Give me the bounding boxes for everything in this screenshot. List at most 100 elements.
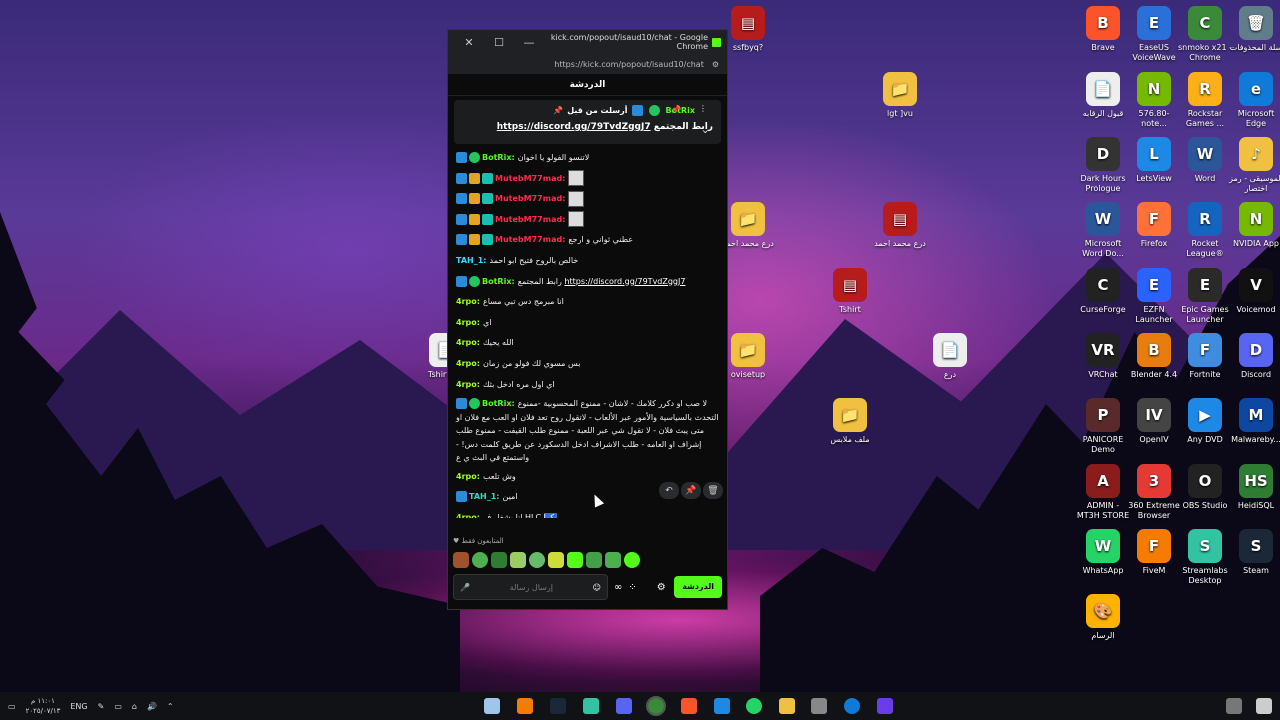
chat-username[interactable]: TAH_1: xyxy=(456,256,487,265)
emote-icon[interactable] xyxy=(510,552,526,568)
chevron-up-icon[interactable]: ⌃ xyxy=(167,702,174,711)
more-options-icon[interactable]: ⋮ xyxy=(699,104,707,113)
desktop-icon[interactable]: V Voicemod xyxy=(1228,268,1280,315)
pin-message-icon[interactable]: 📌 xyxy=(681,482,701,499)
desktop-icon[interactable]: P PANICORE Demo xyxy=(1075,398,1131,455)
desktop-icon[interactable]: O OBS Studio xyxy=(1177,464,1233,511)
desktop-icon[interactable]: 3 360 Extreme Browser xyxy=(1126,464,1182,521)
taskbar-app-icon[interactable] xyxy=(714,698,730,714)
taskbar-app-icon[interactable] xyxy=(811,698,827,714)
desktop-icon[interactable]: 🗑 سلة المحذوفات xyxy=(1228,6,1280,53)
chat-username[interactable]: MutebM77mad: xyxy=(495,174,565,183)
desktop-icon[interactable]: L LetsView xyxy=(1126,137,1182,184)
minimize-icon[interactable]: — xyxy=(514,36,544,49)
desktop-icon[interactable]: ▤ ssfbyq? xyxy=(720,6,776,53)
desktop-icon[interactable]: IV OpenIV xyxy=(1126,398,1182,445)
close-icon[interactable]: ✕ xyxy=(454,36,484,49)
desktop-icon[interactable]: E Epic Games Launcher xyxy=(1177,268,1233,325)
desktop-icon[interactable]: 📁 ملف ملابس xyxy=(822,398,878,445)
desktop-icon[interactable]: W WhatsApp xyxy=(1075,529,1131,576)
chat-username[interactable]: BotRix: xyxy=(482,153,515,162)
desktop-icon[interactable]: C CurseForge xyxy=(1075,268,1131,315)
desktop-icon[interactable]: D Dark Hours Prologue xyxy=(1075,137,1131,194)
desktop-icon[interactable]: S Streamlabs Desktop xyxy=(1177,529,1233,586)
desktop-icon[interactable]: 📄 قبول الرقابه xyxy=(1075,72,1131,119)
microphone-icon[interactable]: 🎤 xyxy=(460,583,470,592)
taskbar-app-icon[interactable] xyxy=(517,698,533,714)
desktop-icon[interactable]: R Rockstar Games ... xyxy=(1177,72,1233,129)
taskbar-windows-icon[interactable] xyxy=(1256,698,1272,714)
chat-username[interactable]: 4rpo: xyxy=(456,338,480,347)
chat-input[interactable]: ☺ إرسال رسالة 🎤 xyxy=(453,574,608,600)
taskbar-taskview-icon[interactable] xyxy=(1226,698,1242,714)
emote-icon[interactable] xyxy=(605,552,621,568)
reply-icon[interactable]: ↶ xyxy=(659,482,679,499)
desktop-icon[interactable]: W Microsoft Word Do... xyxy=(1075,202,1131,259)
desktop-icon[interactable]: B Blender 4.4 xyxy=(1126,333,1182,380)
emote-icon[interactable] xyxy=(548,552,564,568)
emote-icon[interactable] xyxy=(453,552,469,568)
desktop-icon[interactable]: ♪ الموسيقى - رمز اختصار xyxy=(1228,137,1280,194)
chat-username[interactable]: MutebM77mad: xyxy=(495,235,565,244)
chat-username[interactable]: 4rpo: xyxy=(456,513,480,518)
desktop-icon[interactable]: M Malwareby... xyxy=(1228,398,1280,445)
desktop-icon[interactable]: ▶ Any DVD xyxy=(1177,398,1233,445)
taskbar-steam-icon[interactable] xyxy=(550,698,566,714)
taskbar-file-explorer-icon[interactable] xyxy=(779,698,795,714)
pin-action-icon[interactable]: 📌 xyxy=(671,105,681,114)
taskbar-app-icon[interactable] xyxy=(583,698,599,714)
emoji-icon[interactable]: ☺ xyxy=(593,583,601,592)
network-icon[interactable]: ⌂ xyxy=(132,702,137,711)
emote-icon[interactable] xyxy=(491,552,507,568)
desktop-icon[interactable]: 📁 lgt ]vu xyxy=(872,72,928,119)
chat-username[interactable]: 4rpo: xyxy=(456,472,480,481)
taskbar-brave-icon[interactable] xyxy=(681,698,697,714)
site-settings-icon[interactable]: ⚙ xyxy=(712,60,719,69)
pinned-link[interactable]: https://discord.gg/79TvdZggJ7 xyxy=(497,122,651,132)
taskbar-app-icon[interactable] xyxy=(484,698,500,714)
chat-link[interactable]: https://discord.gg/79TvdZggJ7 xyxy=(564,277,685,286)
chat-username[interactable]: BotRix: xyxy=(482,277,515,286)
chat-username[interactable]: TAH_1: xyxy=(469,492,500,501)
desktop-icon[interactable]: Csnmoko x21 - Chrome xyxy=(1177,6,1233,63)
desktop-icon[interactable]: R Rocket League® xyxy=(1177,202,1233,259)
desktop-icon[interactable]: VR VRChat xyxy=(1075,333,1131,380)
emote-icon[interactable] xyxy=(567,552,583,568)
desktop-icon[interactable]: A ADMIN - MT3H STORE xyxy=(1075,464,1131,521)
desktop-icon[interactable]: HS HeidiSQL xyxy=(1228,464,1280,511)
emote-icon[interactable] xyxy=(624,552,640,568)
taskbar-edge-icon[interactable] xyxy=(844,698,860,714)
desktop-icon[interactable]: 📁 ovisetup xyxy=(720,333,776,380)
url-text[interactable]: https://kick.com/popout/isaud10/chat xyxy=(554,60,704,69)
chat-username[interactable]: 4rpo: xyxy=(456,318,480,327)
desktop-icon[interactable]: D Discord xyxy=(1228,333,1280,380)
chat-username[interactable]: MutebM77mad: xyxy=(495,215,565,224)
pen-icon[interactable]: ✎ xyxy=(98,702,105,711)
chat-username[interactable]: 4rpo: xyxy=(456,359,480,368)
desktop-icon[interactable]: S Steam xyxy=(1228,529,1280,576)
delete-icon[interactable]: 🗑 xyxy=(703,482,723,499)
desktop-icon[interactable]: 📄 درع xyxy=(922,333,978,380)
taskbar-app-icon[interactable] xyxy=(877,698,893,714)
battery-icon[interactable]: ▭ xyxy=(114,702,122,711)
desktop-icon[interactable]: N NVIDIA App xyxy=(1228,202,1280,249)
taskbar-discord-icon[interactable] xyxy=(616,698,632,714)
gear-icon[interactable]: ⚙ xyxy=(657,582,666,593)
emote-icon[interactable] xyxy=(529,552,545,568)
chat-username[interactable]: BotRix: xyxy=(482,399,515,408)
emote-icon[interactable] xyxy=(472,552,488,568)
send-chat-button[interactable]: الدردشة xyxy=(674,576,722,598)
desktop-icon[interactable]: F Fortnite xyxy=(1177,333,1233,380)
desktop-icon[interactable]: e Microsoft Edge xyxy=(1228,72,1280,129)
infinity-icon[interactable]: ∞ xyxy=(614,582,622,593)
desktop-icon[interactable]: W Word xyxy=(1177,137,1233,184)
desktop-icon[interactable]: F Firefox xyxy=(1126,202,1182,249)
desktop-icon[interactable]: E EZFN Launcher xyxy=(1126,268,1182,325)
desktop-icon[interactable]: 📁 درع محمد احمد xyxy=(720,202,776,249)
desktop-icon[interactable]: B Brave xyxy=(1075,6,1131,53)
desktop-icon[interactable]: ▤ Tshirt xyxy=(822,268,878,315)
desktop-icon[interactable]: 🎨 الرسام xyxy=(1075,594,1131,641)
taskbar-whatsapp-icon[interactable] xyxy=(746,698,762,714)
emote-icon[interactable] xyxy=(586,552,602,568)
taskbar-chrome-icon[interactable] xyxy=(646,696,666,716)
